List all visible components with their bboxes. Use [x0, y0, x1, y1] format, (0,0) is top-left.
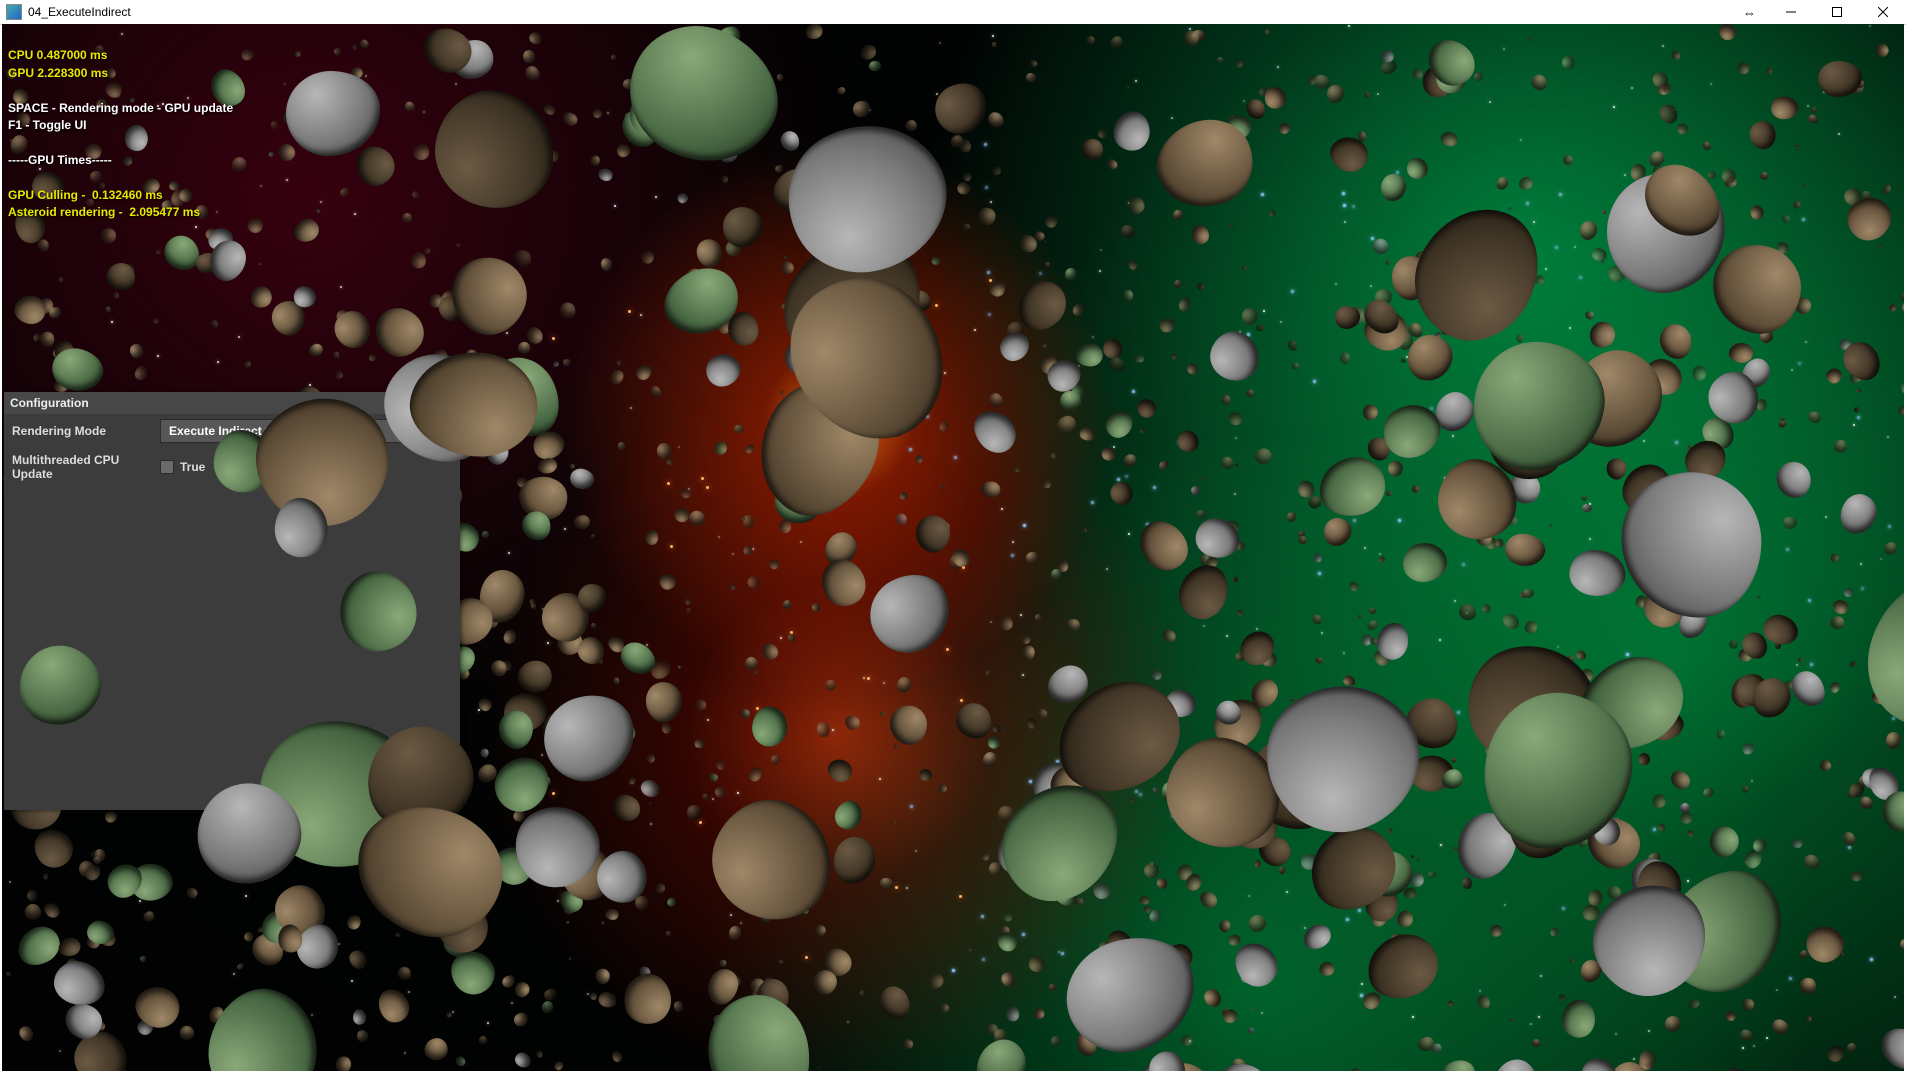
minimize-button[interactable] — [1768, 0, 1814, 24]
checkbox-icon — [160, 460, 174, 474]
gpu-times-header: -----GPU Times----- — [8, 153, 112, 167]
config-panel-title: Configuration — [10, 396, 89, 410]
hint-space: SPACE - Rendering mode - GPU update — [8, 101, 233, 115]
window-title: 04_ExecuteIndirect — [28, 5, 131, 19]
app-window: 04_ExecuteIndirect ⇔ CPU 0.487000 ms GPU… — [0, 0, 1906, 1073]
multithreaded-checkbox[interactable]: True — [160, 460, 205, 474]
render-viewport[interactable]: CPU 0.487000 ms GPU 2.228300 ms SPACE - … — [2, 24, 1904, 1071]
rendering-mode-label: Rendering Mode — [12, 424, 160, 438]
hint-f1: F1 - Toggle UI — [8, 118, 86, 132]
title-bar[interactable]: 04_ExecuteIndirect ⇔ — [0, 0, 1906, 25]
stats-overlay: CPU 0.487000 ms GPU 2.228300 ms SPACE - … — [8, 30, 233, 221]
multithreaded-label: Multithreaded CPU Update — [12, 453, 160, 481]
asteroid-rendering-text: Asteroid rendering - 2.095477 ms — [8, 205, 200, 219]
multithreaded-value: True — [180, 460, 205, 474]
cpu-time-text: CPU 0.487000 ms — [8, 48, 107, 62]
maximize-button[interactable] — [1814, 0, 1860, 24]
app-icon — [6, 4, 22, 20]
close-button[interactable] — [1860, 0, 1906, 24]
drag-handle-icon[interactable]: ⇔ — [1731, 5, 1768, 20]
gpu-time-text: GPU 2.228300 ms — [8, 66, 108, 80]
gpu-culling-text: GPU Culling - 0.132460 ms — [8, 188, 163, 202]
